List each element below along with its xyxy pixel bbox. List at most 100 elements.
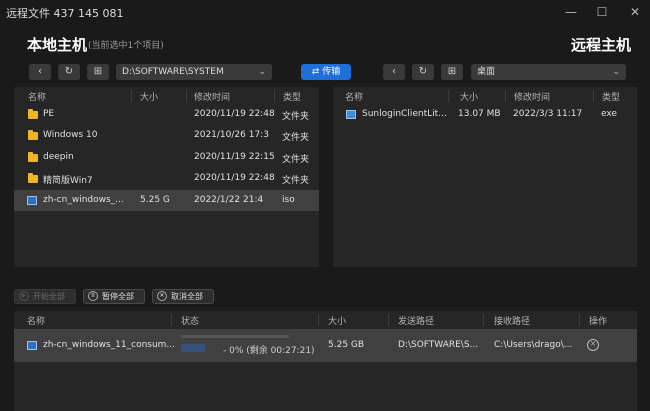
progress-track bbox=[181, 335, 289, 338]
pause-all-button[interactable]: II 暂停全部 bbox=[83, 289, 145, 304]
file-type: 文件夹 bbox=[282, 133, 310, 143]
local-file-row-selected[interactable]: zh-cn_windows_... 5.25 G 2022/1/22 21:4 … bbox=[14, 190, 319, 211]
local-refresh-button[interactable]: ↻ bbox=[58, 64, 80, 80]
local-col-type[interactable]: 类型 bbox=[283, 90, 301, 103]
new-folder-icon: ⊞ bbox=[447, 66, 457, 77]
file-type: exe bbox=[601, 109, 617, 119]
chevron-left-icon: ‹ bbox=[38, 66, 42, 77]
file-type: 文件夹 bbox=[282, 155, 310, 165]
folder-icon bbox=[28, 130, 38, 140]
file-name: Windows 10 bbox=[43, 130, 98, 140]
queue-file-name: zh-cn_windows_11_consum... bbox=[43, 340, 176, 350]
chevron-down-icon: ⌄ bbox=[258, 67, 266, 77]
queue-col-action: 操作 bbox=[589, 317, 608, 327]
file-size: 13.07 MB bbox=[458, 109, 501, 119]
minimize-button[interactable]: — bbox=[563, 4, 579, 20]
queue-recv-path: C:\Users\drago\... bbox=[494, 340, 573, 350]
local-path-select[interactable]: D:\SOFTWARE\SYSTEM ⌄ bbox=[116, 64, 272, 80]
file-modified: 2020/11/19 22:15 bbox=[194, 152, 275, 162]
remote-col-type[interactable]: 类型 bbox=[602, 90, 620, 103]
chevron-down-icon: ⌄ bbox=[612, 67, 620, 77]
remote-col-modified[interactable]: 修改时间 bbox=[514, 90, 550, 103]
local-path-value: D:\SOFTWARE\SYSTEM bbox=[122, 67, 224, 77]
close-button[interactable]: ✕ bbox=[627, 4, 643, 20]
file-modified: 2022/1/22 21:4 bbox=[194, 195, 264, 205]
remote-back-button[interactable]: ‹ bbox=[383, 64, 405, 80]
local-file-row[interactable]: PE 2020/11/19 22:48 文件夹 bbox=[14, 104, 319, 124]
remote-path-value: 桌面 bbox=[477, 67, 496, 77]
column-divider bbox=[318, 314, 319, 326]
iso-file-icon bbox=[27, 196, 37, 205]
refresh-icon: ↻ bbox=[418, 66, 428, 77]
file-modified: 2021/10/26 17:3 bbox=[194, 130, 269, 140]
local-selection-count: (当前选中1个项目) bbox=[88, 41, 164, 51]
file-name: 精简版Win7 bbox=[43, 176, 93, 186]
transfer-button[interactable]: ⇄ 传输 bbox=[301, 64, 351, 80]
cancel-icon: ✕ bbox=[157, 291, 167, 301]
folder-icon bbox=[28, 152, 38, 162]
file-modified: 2020/11/19 22:48 bbox=[194, 109, 275, 119]
remote-col-size[interactable]: 大小 bbox=[460, 90, 478, 103]
column-divider bbox=[388, 314, 389, 326]
column-divider bbox=[448, 90, 449, 102]
file-modified: 2020/11/19 22:48 bbox=[194, 173, 275, 183]
column-divider bbox=[483, 314, 484, 326]
queue-col-size: 大小 bbox=[328, 317, 347, 327]
folder-icon bbox=[28, 109, 38, 119]
local-heading: 本地主机 bbox=[27, 36, 88, 54]
exe-file-icon bbox=[346, 110, 356, 119]
remote-refresh-button[interactable]: ↻ bbox=[412, 64, 434, 80]
remote-path-select[interactable]: 桌面 ⌄ bbox=[471, 64, 626, 80]
file-size: 5.25 G bbox=[140, 195, 170, 205]
file-name: PE bbox=[43, 109, 55, 119]
cancel-all-button[interactable]: ✕ 取消全部 bbox=[152, 289, 214, 304]
remote-file-row[interactable]: SunloginClientLit... 13.07 MB 2022/3/3 1… bbox=[333, 104, 637, 124]
queue-row[interactable]: zh-cn_windows_11_consum... - 0% (剩余 00:2… bbox=[14, 329, 637, 362]
queue-status: - 0% (剩余 00:27:21) bbox=[223, 346, 315, 356]
local-file-row[interactable]: Windows 10 2021/10/26 17:3 文件夹 bbox=[14, 125, 319, 145]
queue-col-status: 状态 bbox=[181, 317, 200, 327]
file-type: 文件夹 bbox=[282, 112, 310, 122]
column-divider bbox=[186, 90, 187, 102]
remote-new-folder-button[interactable]: ⊞ bbox=[441, 64, 463, 80]
file-name: deepin bbox=[43, 152, 74, 162]
column-divider bbox=[131, 90, 132, 102]
local-file-row[interactable]: deepin 2020/11/19 22:15 文件夹 bbox=[14, 147, 319, 167]
remote-col-name[interactable]: 名称 bbox=[345, 90, 363, 103]
queue-size: 5.25 GB bbox=[328, 340, 365, 350]
chevron-left-icon: ‹ bbox=[392, 66, 396, 77]
queue-col-name: 名称 bbox=[27, 317, 46, 327]
maximize-button[interactable]: ☐ bbox=[594, 4, 610, 20]
local-col-size[interactable]: 大小 bbox=[140, 90, 158, 103]
column-divider bbox=[579, 314, 580, 326]
file-type: 文件夹 bbox=[282, 176, 310, 186]
local-col-name[interactable]: 名称 bbox=[28, 90, 46, 103]
local-file-row[interactable]: 精简版Win7 2020/11/19 22:48 文件夹 bbox=[14, 168, 319, 188]
play-icon: ▶ bbox=[19, 291, 29, 301]
status-indicator bbox=[181, 344, 205, 352]
file-type: iso bbox=[282, 195, 295, 205]
local-new-folder-button[interactable]: ⊞ bbox=[87, 64, 109, 80]
new-folder-icon: ⊞ bbox=[93, 66, 103, 77]
column-divider bbox=[274, 90, 275, 102]
start-all-button[interactable]: ▶ 开始全部 bbox=[14, 289, 76, 304]
column-divider bbox=[505, 90, 506, 102]
local-col-modified[interactable]: 修改时间 bbox=[194, 90, 230, 103]
queue-send-path: D:\SOFTWARE\S... bbox=[398, 340, 479, 350]
queue-col-recv-path: 接收路径 bbox=[494, 317, 531, 327]
local-back-button[interactable]: ‹ bbox=[29, 64, 51, 80]
start-all-label: 开始全部 bbox=[33, 292, 65, 301]
window-title: 远程文件 437 145 081 bbox=[6, 7, 124, 20]
queue-col-send-path: 发送路径 bbox=[398, 317, 435, 327]
remote-heading: 远程主机 bbox=[571, 36, 632, 54]
file-name: zh-cn_windows_... bbox=[43, 195, 124, 205]
column-divider bbox=[171, 314, 172, 326]
iso-file-icon bbox=[27, 341, 37, 350]
cancel-transfer-icon[interactable]: ✕ bbox=[587, 339, 599, 351]
pause-icon: II bbox=[88, 291, 98, 301]
cancel-all-label: 取消全部 bbox=[171, 292, 203, 301]
pause-all-label: 暂停全部 bbox=[102, 292, 134, 301]
folder-icon bbox=[28, 173, 38, 183]
file-name: SunloginClientLit... bbox=[362, 109, 447, 119]
refresh-icon: ↻ bbox=[64, 66, 74, 77]
